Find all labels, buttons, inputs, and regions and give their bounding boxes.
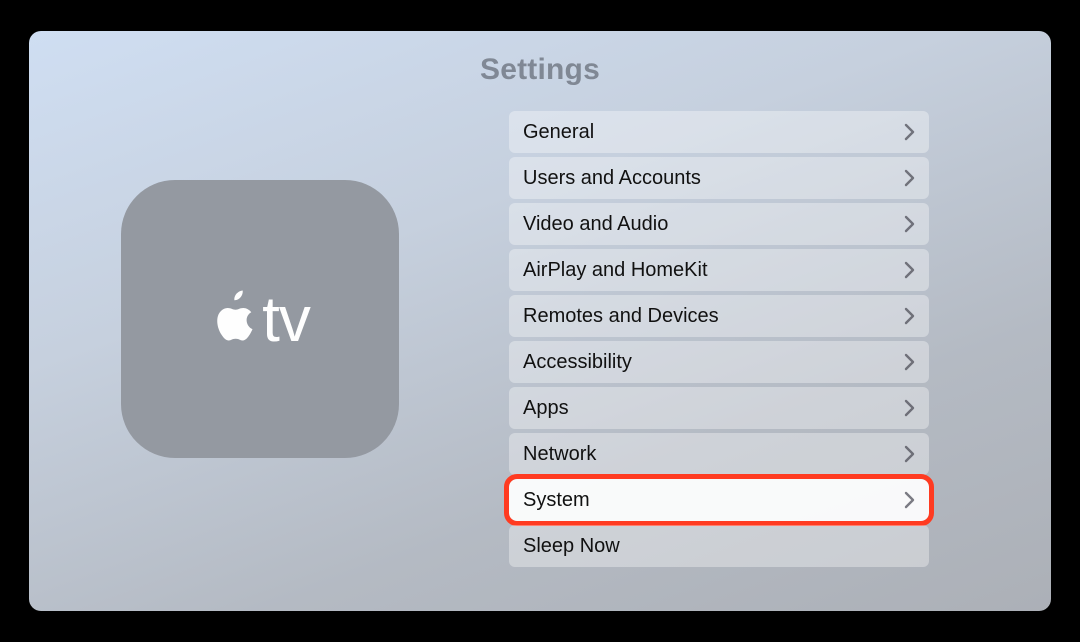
menu-item-sleep-now[interactable]: Sleep Now bbox=[509, 525, 929, 567]
chevron-right-icon bbox=[901, 491, 917, 509]
menu-item-label: Video and Audio bbox=[523, 213, 668, 236]
menu-item-general[interactable]: General bbox=[509, 111, 929, 153]
menu-item-label: General bbox=[523, 121, 594, 144]
chevron-right-icon bbox=[901, 215, 917, 233]
chevron-right-icon bbox=[901, 353, 917, 371]
menu-item-airplay-and-homekit[interactable]: AirPlay and HomeKit bbox=[509, 249, 929, 291]
apple-logo-icon bbox=[210, 287, 258, 345]
chevron-right-icon bbox=[901, 307, 917, 325]
page-title: Settings bbox=[29, 53, 1051, 87]
menu-item-label: Apps bbox=[523, 397, 569, 420]
tile-label: tv bbox=[210, 282, 310, 356]
menu-item-label: System bbox=[523, 489, 590, 512]
menu-item-label: AirPlay and HomeKit bbox=[523, 259, 708, 282]
menu-item-network[interactable]: Network bbox=[509, 433, 929, 475]
menu-item-label: Users and Accounts bbox=[523, 167, 701, 190]
menu-item-accessibility[interactable]: Accessibility bbox=[509, 341, 929, 383]
content-area: tv General Users and Accounts Video and Au… bbox=[29, 87, 1051, 611]
menu-item-label: Accessibility bbox=[523, 351, 632, 374]
settings-screen: Settings tv General Users and Accounts Vid… bbox=[29, 31, 1051, 611]
settings-app-tile: tv bbox=[121, 180, 399, 458]
menu-item-label: Network bbox=[523, 443, 596, 466]
menu-item-label: Remotes and Devices bbox=[523, 305, 719, 328]
menu-item-video-and-audio[interactable]: Video and Audio bbox=[509, 203, 929, 245]
chevron-right-icon bbox=[901, 445, 917, 463]
chevron-right-icon bbox=[901, 123, 917, 141]
menu-item-system[interactable]: System bbox=[509, 479, 929, 521]
menu-item-label: Sleep Now bbox=[523, 535, 620, 558]
chevron-right-icon bbox=[901, 261, 917, 279]
settings-menu: General Users and Accounts Video and Audio… bbox=[509, 111, 929, 567]
menu-item-users-and-accounts[interactable]: Users and Accounts bbox=[509, 157, 929, 199]
tile-text: tv bbox=[262, 282, 310, 356]
chevron-right-icon bbox=[901, 399, 917, 417]
menu-item-remotes-and-devices[interactable]: Remotes and Devices bbox=[509, 295, 929, 337]
menu-item-apps[interactable]: Apps bbox=[509, 387, 929, 429]
chevron-right-icon bbox=[901, 169, 917, 187]
